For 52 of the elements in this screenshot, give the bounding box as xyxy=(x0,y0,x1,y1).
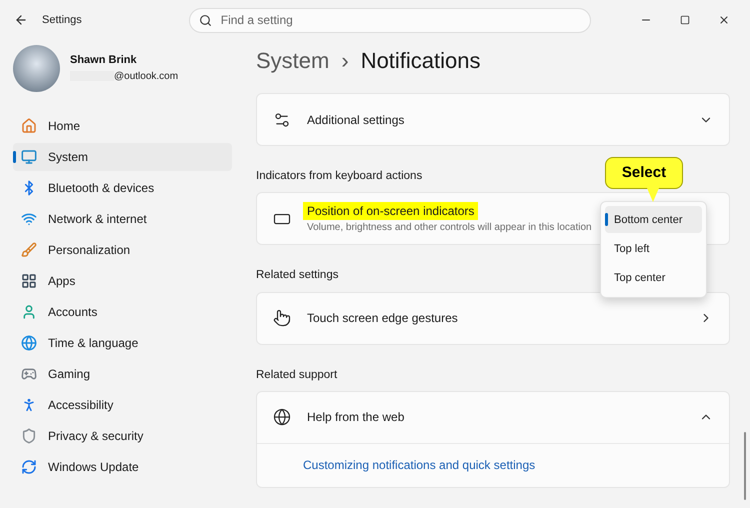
wifi-icon xyxy=(21,211,37,227)
dropdown-option[interactable]: Top left xyxy=(605,235,702,262)
sidebar-item[interactable]: Windows Update xyxy=(13,453,232,481)
section-heading: Related settings xyxy=(256,268,338,284)
sidebar-item[interactable]: Accounts xyxy=(13,298,232,326)
brush-icon xyxy=(21,242,37,258)
page-title: Notifications xyxy=(360,46,481,74)
sidebar-item[interactable]: Privacy & security xyxy=(13,422,232,450)
section-heading: Related support xyxy=(256,368,338,382)
person-icon xyxy=(21,304,37,320)
shield-icon xyxy=(21,428,37,444)
touch-hand-icon xyxy=(273,309,291,327)
settings-card[interactable]: Touch screen edge gestures xyxy=(256,292,730,344)
section-heading: Indicators from keyboard actions xyxy=(256,169,422,184)
settings-card[interactable]: Help from the web Customizing notifications and quick settings xyxy=(256,390,730,488)
sidebar-item[interactable]: Bluetooth & devices xyxy=(13,174,232,202)
card-title: Touch screen edge gestures xyxy=(307,310,458,327)
search-field[interactable]: Find a setting xyxy=(188,8,591,32)
maximize-icon[interactable] xyxy=(680,15,690,25)
house-icon xyxy=(21,118,37,134)
sidebar-item[interactable]: Apps xyxy=(13,267,232,295)
settings-card[interactable]: Additional settings xyxy=(256,93,730,146)
profile-email: @outlook.com xyxy=(114,70,178,84)
globe-icon xyxy=(273,408,291,426)
update-icon xyxy=(21,459,37,475)
sidebar-item[interactable]: Accessibility xyxy=(13,391,232,419)
sidebar-item[interactable]: Network & internet xyxy=(13,205,232,233)
sidebar-item[interactable]: Personalization xyxy=(13,236,232,264)
sidebar-item[interactable]: Time & language xyxy=(13,329,232,357)
card-title: Additional settings xyxy=(307,112,404,128)
sidebar-item[interactable]: Home xyxy=(13,112,232,140)
scrollbar[interactable] xyxy=(744,432,746,500)
profile-name: Shawn Brink xyxy=(70,53,138,68)
dropdown-option[interactable]: Top center xyxy=(605,264,702,292)
window-title: Settings xyxy=(42,12,82,28)
callout: Select xyxy=(605,157,683,203)
dropdown-option[interactable]: Bottom center xyxy=(605,206,702,234)
breadcrumb-parent[interactable]: System xyxy=(256,44,330,76)
sidebar-item[interactable]: Gaming xyxy=(13,360,232,388)
gamepad-icon xyxy=(21,366,37,382)
apps-grid-icon xyxy=(21,273,37,289)
card-description: Volume, brightness and other controls will appear in this location xyxy=(307,221,592,236)
sidebar-item[interactable]: System xyxy=(13,143,232,171)
breadcrumb-separator: › xyxy=(341,46,349,74)
monitor-icon xyxy=(21,149,37,165)
back-icon[interactable] xyxy=(14,13,28,27)
search-icon xyxy=(198,14,212,26)
avatar xyxy=(13,44,60,92)
card-title: Position of on-screen indicators xyxy=(303,202,478,220)
card-title: Help from the web xyxy=(307,409,404,426)
close-icon[interactable] xyxy=(718,14,730,26)
help-link[interactable]: Customizing notifications and quick settings xyxy=(303,456,536,474)
